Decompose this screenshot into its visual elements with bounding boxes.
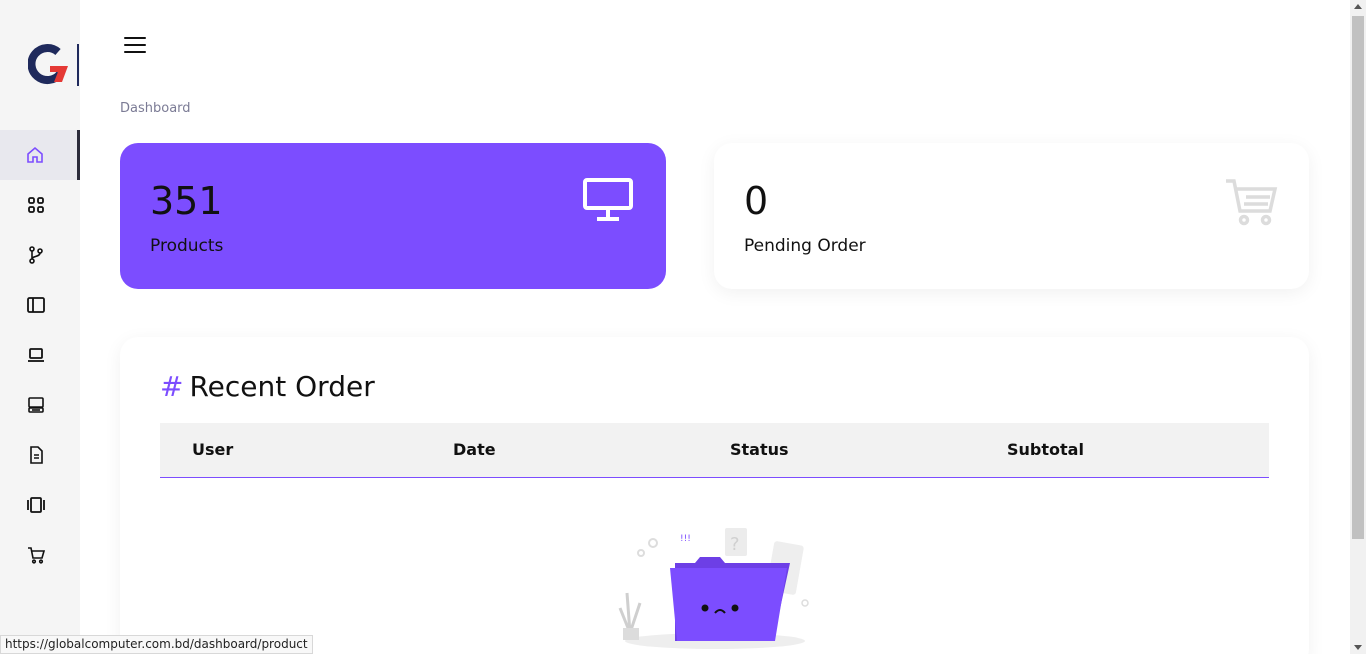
sidebar-item-home[interactable] xyxy=(0,130,80,180)
recent-order-panel: # Recent Order User Date Status Subtotal … xyxy=(120,337,1309,654)
hash-icon: # xyxy=(160,370,184,403)
recent-order-title: # Recent Order xyxy=(160,370,375,403)
pending-order-label: Pending Order xyxy=(744,236,866,256)
sidebar xyxy=(0,0,80,654)
sidebar-item-laptops[interactable] xyxy=(0,330,80,380)
pending-order-card[interactable]: 0 Pending Order xyxy=(714,143,1309,289)
products-card[interactable]: 351 Products xyxy=(120,143,666,289)
recent-order-title-text: Recent Order xyxy=(189,370,375,403)
sidebar-item-branches[interactable] xyxy=(0,230,80,280)
hamburger-menu-button[interactable] xyxy=(124,34,146,56)
git-branch-icon xyxy=(29,246,43,264)
link-status-bar: https://globalcomputer.com.bd/dashboard/… xyxy=(0,635,313,654)
pending-order-count: 0 xyxy=(744,179,769,223)
products-count: 351 xyxy=(150,179,223,223)
sidebar-item-categories[interactable] xyxy=(0,180,80,230)
cart-icon xyxy=(1224,177,1278,231)
sidebar-item-layout[interactable] xyxy=(0,280,80,330)
home-icon xyxy=(26,146,43,163)
svg-text:?: ? xyxy=(730,534,740,555)
column-header-date[interactable]: Date xyxy=(453,440,496,459)
menu-icon-line xyxy=(124,37,146,39)
monitor-icon xyxy=(582,177,634,227)
brand-logo[interactable] xyxy=(27,44,80,88)
svg-text:!!!: !!! xyxy=(680,534,691,544)
document-icon xyxy=(30,446,43,464)
gallery-icon xyxy=(27,497,45,513)
server-icon xyxy=(28,397,44,413)
products-label: Products xyxy=(150,236,224,256)
vertical-scrollbar[interactable] xyxy=(1350,0,1366,654)
main-content: Dashboard 351 Products 0 Pending Order #… xyxy=(80,0,1350,654)
column-header-status[interactable]: Status xyxy=(730,440,789,459)
cart-icon xyxy=(28,547,46,564)
breadcrumb[interactable]: Dashboard xyxy=(120,101,191,116)
layout-sidebar-icon xyxy=(27,297,45,313)
column-header-user[interactable]: User xyxy=(192,440,233,459)
sidebar-item-documents[interactable] xyxy=(0,430,80,480)
sidebar-item-orders[interactable] xyxy=(0,530,80,580)
menu-icon-line xyxy=(124,51,146,53)
grid-icon xyxy=(28,197,44,213)
column-header-subtotal[interactable]: Subtotal xyxy=(1007,440,1084,459)
sidebar-item-gallery[interactable] xyxy=(0,480,80,530)
empty-state-illustration: ? !!! xyxy=(615,523,815,654)
scrollbar-thumb[interactable] xyxy=(1352,16,1364,539)
scroll-down-arrow-icon[interactable] xyxy=(1354,645,1362,650)
menu-icon-line xyxy=(124,44,146,46)
sidebar-item-servers[interactable] xyxy=(0,380,80,430)
orders-table-header: User Date Status Subtotal xyxy=(160,423,1269,478)
laptop-icon xyxy=(28,348,44,362)
scroll-up-arrow-icon[interactable] xyxy=(1354,4,1362,9)
